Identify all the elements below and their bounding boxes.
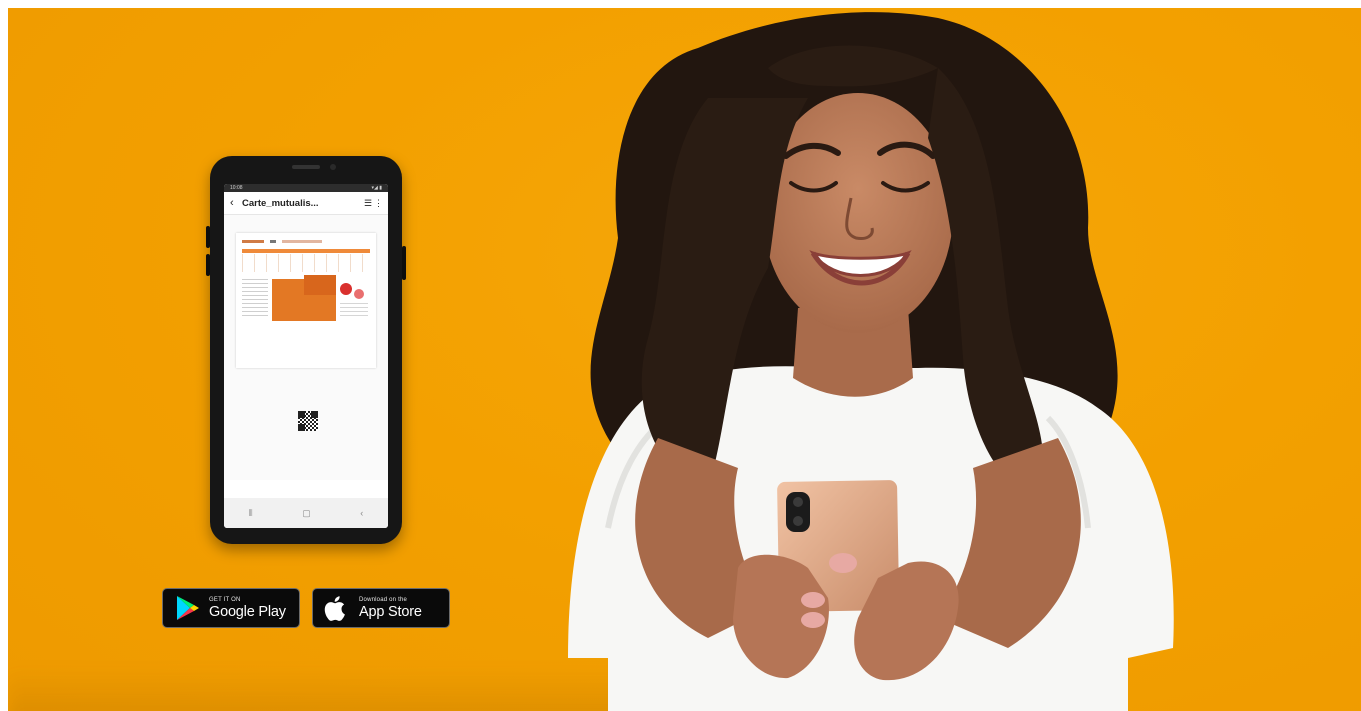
google-play-badge[interactable]: GET IT ON Google Play [162,588,300,628]
card-pink-icon [354,289,364,299]
back-nav-icon[interactable]: ‹ [360,508,363,518]
document-viewer [224,215,388,480]
viewer-app-bar: ‹ Carte_mutualis... ☰ ⋮ [224,192,388,215]
apple-icon [323,594,353,622]
google-play-label: Google Play [209,603,286,620]
phone-camera [330,164,336,170]
hero-banner: 10:08 ▾◢ ▮ ‹ Carte_mutualis... ☰ ⋮ ⦀ ▢ ‹… [8,8,1361,711]
recent-apps-icon[interactable]: ⦀ [249,508,253,519]
app-store-small-text: Download on the [359,596,408,603]
phone-volume-button [206,254,210,276]
phone-speaker [292,165,320,169]
phone-mockup: 10:08 ▾◢ ▮ ‹ Carte_mutualis... ☰ ⋮ ⦀ ▢ ‹ [206,156,406,544]
card-orange-block-dark [304,275,336,295]
card-red-icon [340,283,352,295]
document-title: Carte_mutualis... [242,197,319,209]
app-store-badge[interactable]: Download on the App Store [312,588,450,628]
status-bar: 10:08 ▾◢ ▮ [224,184,388,192]
home-icon[interactable]: ▢ [302,508,311,519]
phone-volume-button [206,226,210,248]
card-orange-band [242,249,370,253]
android-nav-bar: ⦀ ▢ ‹ [224,498,388,528]
card-document-preview [236,233,376,368]
qr-code-icon [298,411,318,431]
more-vertical-icon[interactable]: ⋮ [374,198,383,209]
phone-power-button [402,246,406,280]
status-time: 10:08 [230,185,243,191]
card-text-right [340,301,368,319]
back-arrow-icon[interactable]: ‹ [230,197,242,209]
card-text-left [242,279,268,319]
phone-screen: 10:08 ▾◢ ▮ ‹ Carte_mutualis... ☰ ⋮ ⦀ ▢ ‹ [224,184,388,528]
status-icons: ▾◢ ▮ [371,185,383,191]
list-menu-icon[interactable]: ☰ [362,198,374,209]
app-store-label: App Store [359,603,422,620]
card-table [242,254,370,272]
google-play-icon [173,594,203,622]
card-header [242,238,370,244]
google-play-small-text: GET IT ON [209,596,241,603]
